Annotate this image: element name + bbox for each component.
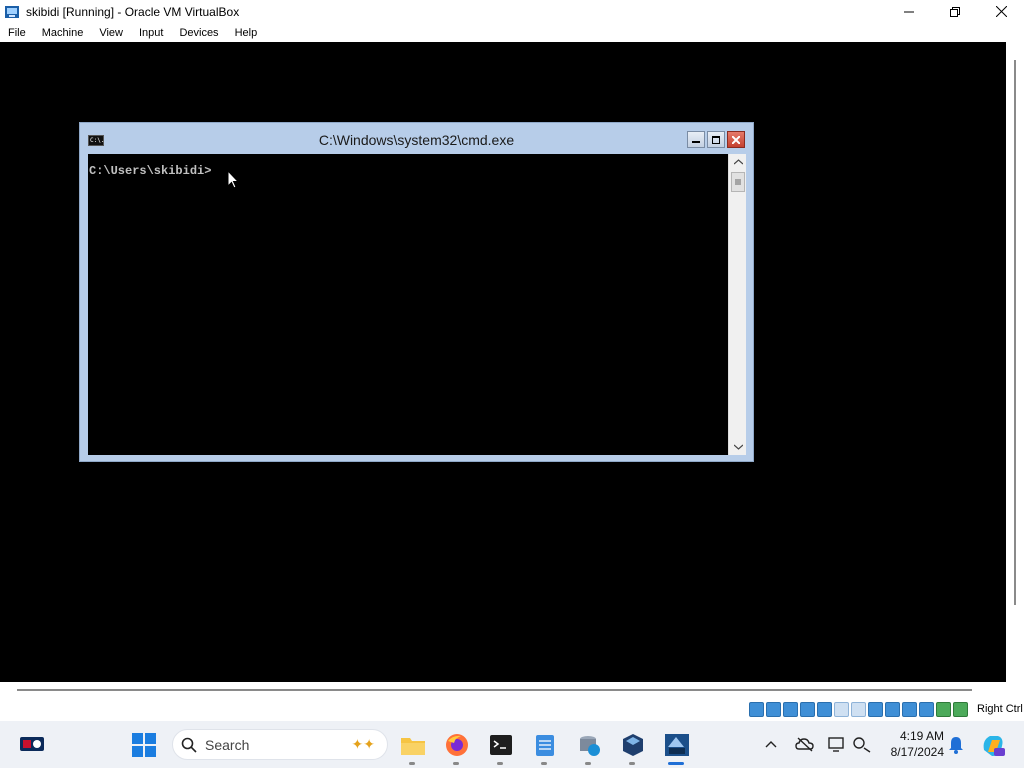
optical-drive-icon[interactable] — [766, 702, 781, 717]
cmd-title: C:\Windows\system32\cmd.exe — [318, 132, 515, 148]
restore-icon — [950, 6, 960, 17]
horizontal-scrollbar[interactable] — [0, 682, 1024, 699]
virtualbox-title-bar: skibidi [Running] - Oracle VM VirtualBox — [0, 0, 1024, 23]
menu-help[interactable]: Help — [235, 27, 258, 39]
search-box[interactable]: Search ✦✦ — [172, 729, 388, 760]
onedrive-icon[interactable] — [795, 735, 815, 753]
scroll-down-button[interactable] — [729, 439, 747, 455]
start-icon[interactable] — [131, 732, 157, 758]
terminal-icon — [490, 735, 512, 755]
chevron-up-icon — [765, 741, 777, 748]
terminal-button[interactable] — [487, 731, 515, 765]
clock-date: 8/17/2024 — [890, 745, 944, 759]
vertical-scroll-thumb[interactable] — [1014, 60, 1016, 605]
running-indicator — [541, 762, 547, 765]
cmd-minimize-button[interactable] — [687, 131, 705, 148]
cmd-window-controls — [687, 131, 745, 148]
menu-view[interactable]: View — [99, 27, 123, 39]
running-indicator — [629, 762, 635, 765]
cmd-scrollbar[interactable] — [728, 154, 746, 455]
hard-disk-icon[interactable] — [749, 702, 764, 717]
usb-icon[interactable] — [834, 702, 849, 717]
running-indicator — [453, 762, 459, 765]
window-title: skibidi [Running] - Oracle VM VirtualBox — [26, 4, 240, 19]
horizontal-scroll-thumb[interactable] — [17, 689, 972, 691]
notification-bell-icon[interactable] — [948, 736, 964, 754]
mouse-pointer-icon — [227, 170, 239, 189]
close-icon — [732, 135, 740, 144]
widgets-icon[interactable] — [20, 735, 44, 753]
status-indicators — [749, 702, 968, 717]
clock[interactable]: 4:19 AM 8/17/2024 — [880, 728, 944, 760]
floppy-icon[interactable] — [783, 702, 798, 717]
cmd-close-button[interactable] — [727, 131, 745, 148]
menu-devices[interactable]: Devices — [179, 27, 218, 39]
menu-bar: File Machine View Input Devices Help — [0, 23, 1024, 42]
mouse-integration-icon[interactable] — [936, 702, 951, 717]
menu-file[interactable]: File — [8, 27, 26, 39]
command-prompt[interactable]: C:\Users\skibidi> — [89, 164, 211, 178]
virtualbox-icon — [623, 734, 643, 756]
search-icon — [181, 737, 197, 753]
firefox-icon — [446, 734, 468, 756]
vt-x-icon[interactable] — [902, 702, 917, 717]
network-drive-icon — [580, 736, 600, 756]
file-explorer-icon — [401, 738, 425, 755]
network-drive-button[interactable] — [575, 731, 603, 765]
menu-machine[interactable]: Machine — [42, 27, 84, 39]
cmd-window: C:\. C:\Windows\system32\cmd.exe C:\User… — [79, 122, 754, 462]
show-hidden-icons-button[interactable] — [765, 737, 777, 751]
minimize-icon — [692, 140, 700, 143]
cmd-title-bar[interactable]: C:\. C:\Windows\system32\cmd.exe — [80, 123, 753, 153]
vertical-scrollbar[interactable] — [1006, 42, 1024, 682]
menu-input[interactable]: Input — [139, 27, 163, 39]
maximize-icon — [712, 135, 720, 144]
running-indicator — [668, 762, 684, 765]
minimize-icon — [904, 11, 914, 12]
virtualbox-status-bar: Right Ctrl — [0, 699, 1024, 721]
virtualbox-app-icon — [5, 5, 19, 18]
grip-icon — [735, 179, 741, 185]
network-icon[interactable] — [852, 735, 872, 753]
search-placeholder: Search — [205, 736, 250, 753]
shared-folders-icon[interactable] — [851, 702, 866, 717]
cmd-maximize-button[interactable] — [707, 131, 725, 148]
network-icon[interactable] — [817, 702, 832, 717]
audio-icon[interactable] — [800, 702, 815, 717]
display-icon[interactable] — [827, 735, 847, 753]
scroll-up-button[interactable] — [729, 154, 747, 170]
firefox-button[interactable] — [443, 731, 471, 765]
host-key-label: Right Ctrl — [977, 703, 1023, 715]
guest-additions-icon[interactable] — [919, 702, 934, 717]
taskbar: Search ✦✦ 4:19 AM 8/17/2024 — [0, 721, 1024, 768]
display-icon[interactable] — [868, 702, 883, 717]
cmd-scroll-thumb[interactable] — [731, 172, 745, 192]
running-indicator — [409, 762, 415, 765]
running-indicator — [585, 762, 591, 765]
minimize-button[interactable] — [886, 0, 932, 23]
chevron-up-icon — [733, 159, 743, 165]
chevron-down-icon — [733, 444, 743, 450]
recording-icon[interactable] — [885, 702, 900, 717]
notepad-button[interactable] — [531, 731, 559, 765]
file-explorer-button[interactable] — [399, 731, 427, 765]
clock-time: 4:19 AM — [899, 729, 944, 743]
close-icon — [995, 6, 1007, 17]
server-2012-vm-icon — [665, 734, 689, 756]
notepad-icon — [536, 735, 554, 756]
virtualbox-button[interactable] — [619, 731, 647, 765]
search-highlight-icon: ✦✦ — [351, 736, 375, 752]
console-area[interactable]: C:\Users\skibidi> — [88, 154, 728, 455]
server-2012-vm-button[interactable] — [663, 731, 691, 765]
maximize-button[interactable] — [932, 0, 978, 23]
close-button[interactable] — [978, 0, 1024, 23]
running-indicator — [497, 762, 503, 765]
keyboard-icon[interactable] — [953, 702, 968, 717]
copilot-icon[interactable] — [980, 732, 1006, 758]
window-controls — [886, 0, 1024, 23]
